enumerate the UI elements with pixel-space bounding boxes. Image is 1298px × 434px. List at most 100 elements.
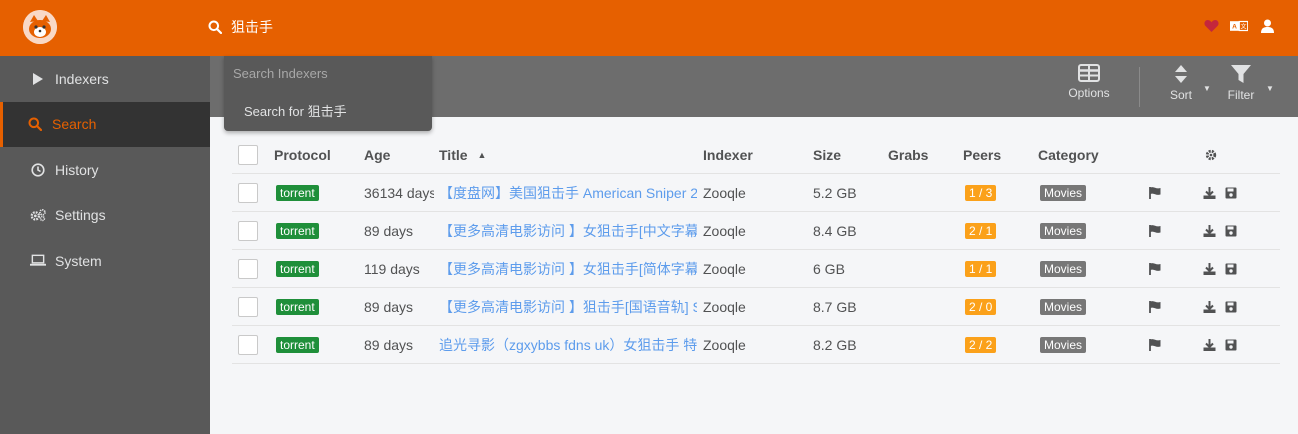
sidebar-item-settings[interactable]: Settings [0, 193, 210, 239]
protocol-badge: torrent [276, 299, 319, 315]
column-indexer[interactable]: Indexer [703, 136, 753, 174]
column-grabs[interactable]: Grabs [888, 136, 928, 174]
age-cell: 89 days [364, 299, 414, 315]
filter-button[interactable]: Filter [1211, 64, 1271, 102]
download-icon[interactable] [1203, 326, 1216, 364]
flag-icon[interactable] [1148, 212, 1162, 250]
options-label: Options [1068, 86, 1110, 100]
download-icon[interactable] [1203, 288, 1216, 326]
sidebar-item-label: Indexers [55, 70, 109, 87]
indexer-cell: Zooqle [703, 223, 746, 239]
release-title-link[interactable]: 追光寻影（zgxybbs fdns uk）女狙击手 特 [439, 335, 697, 355]
table-row[interactable]: torrent 119 days 【更多高清电影访问 】女狙击手[简体字幕 Zo… [232, 250, 1280, 288]
search-icon [27, 116, 43, 132]
indexer-cell: Zooqle [703, 185, 746, 201]
play-icon [30, 71, 46, 87]
flag-icon[interactable] [1148, 288, 1162, 326]
age-cell: 119 days [364, 261, 420, 277]
save-icon[interactable] [1225, 174, 1237, 212]
indexer-cell: Zooqle [703, 337, 746, 353]
column-peers[interactable]: Peers [963, 136, 1001, 174]
header-search[interactable]: 狙击手 [208, 15, 273, 39]
toolbar-separator [1139, 67, 1140, 107]
flag-icon[interactable] [1148, 326, 1162, 364]
sort-icon [1175, 65, 1187, 83]
protocol-badge: torrent [276, 185, 319, 201]
column-age[interactable]: Age [364, 136, 390, 174]
search-for-suggestion[interactable]: Search for 狙击手 [244, 101, 347, 120]
protocol-badge: torrent [276, 337, 319, 353]
search-icon [208, 20, 222, 34]
release-title-link[interactable]: 【更多高清电影访问 】狙击手[国语音轨] S [439, 297, 697, 317]
download-icon[interactable] [1203, 174, 1216, 212]
indexer-cell: Zooqle [703, 261, 746, 277]
save-icon[interactable] [1225, 326, 1237, 364]
filter-icon [1231, 65, 1251, 83]
prowlarr-logo[interactable] [23, 10, 57, 44]
peers-badge: 2 / 2 [965, 337, 997, 353]
row-checkbox[interactable] [238, 259, 258, 279]
download-icon[interactable] [1203, 212, 1216, 250]
column-title[interactable]: Title ▲ [439, 136, 486, 174]
flag-icon[interactable] [1148, 250, 1162, 288]
release-title-link[interactable]: 【度盘网】美国狙击手 American Sniper 2 [439, 183, 697, 203]
table-row[interactable]: torrent 89 days 追光寻影（zgxybbs fdns uk）女狙击… [232, 326, 1280, 364]
download-icon[interactable] [1203, 250, 1216, 288]
category-badge: Movies [1040, 223, 1087, 239]
table-icon [1078, 64, 1100, 82]
protocol-badge: torrent [276, 261, 319, 277]
heart-icon[interactable] [1202, 17, 1220, 35]
sidebar-item-system[interactable]: System [0, 238, 210, 284]
row-checkbox[interactable] [238, 221, 258, 241]
size-cell: 8.4 GB [813, 223, 857, 239]
search-indexers-placeholder: Search Indexers [233, 66, 328, 81]
page-header: 狙击手 A 文 [0, 0, 1298, 56]
user-icon[interactable] [1258, 17, 1276, 35]
peers-badge: 2 / 1 [965, 223, 997, 239]
sort-caret-icon[interactable]: ▼ [1203, 84, 1211, 93]
table-header: Protocol Age Title ▲ Indexer Size Grabs … [232, 136, 1280, 174]
indexer-cell: Zooqle [703, 299, 746, 315]
save-icon[interactable] [1225, 288, 1237, 326]
sidebar-item-search[interactable]: Search [0, 101, 210, 147]
peers-badge: 2 / 0 [965, 299, 997, 315]
sidebar-item-label: System [55, 252, 102, 269]
column-category[interactable]: Category [1038, 136, 1099, 174]
column-size[interactable]: Size [813, 136, 841, 174]
search-suggestions: Search Indexers Search for 狙击手 [224, 56, 432, 131]
flag-icon[interactable] [1148, 174, 1162, 212]
table-options-icon[interactable] [1205, 136, 1217, 174]
select-all-checkbox[interactable] [238, 145, 258, 165]
sidebar-item-history[interactable]: History [0, 147, 210, 193]
release-title-link[interactable]: 【更多高清电影访问 】女狙击手[中文字幕 [439, 221, 697, 241]
laptop-icon [30, 253, 46, 269]
sidebar-item-label: History [55, 161, 99, 178]
category-badge: Movies [1040, 299, 1087, 315]
filter-caret-icon[interactable]: ▼ [1266, 84, 1274, 93]
sort-button[interactable]: Sort [1151, 64, 1211, 102]
age-cell: 89 days [364, 337, 414, 353]
sidebar-item-indexers[interactable]: Indexers [0, 56, 210, 102]
table-row[interactable]: torrent 89 days 【更多高清电影访问 】女狙击手[中文字幕 Zoo… [232, 212, 1280, 250]
cogs-icon [30, 207, 46, 223]
column-protocol[interactable]: Protocol [274, 136, 331, 174]
table-row[interactable]: torrent 89 days 【更多高清电影访问 】狙击手[国语音轨] S Z… [232, 288, 1280, 326]
table-row[interactable]: torrent 36134 days 【度盘网】美国狙击手 American S… [232, 174, 1280, 212]
translate-icon[interactable]: A 文 [1230, 17, 1248, 35]
row-checkbox[interactable] [238, 335, 258, 355]
size-cell: 5.2 GB [813, 185, 857, 201]
sidebar-item-label: Search [52, 116, 97, 133]
options-button[interactable]: Options [1059, 64, 1119, 100]
save-icon[interactable] [1225, 250, 1237, 288]
row-checkbox[interactable] [238, 183, 258, 203]
category-badge: Movies [1040, 337, 1087, 353]
age-cell: 89 days [364, 223, 414, 239]
search-input[interactable]: 狙击手 [231, 17, 273, 37]
search-results-table: Protocol Age Title ▲ Indexer Size Grabs … [232, 136, 1280, 364]
release-title-link[interactable]: 【更多高清电影访问 】女狙击手[简体字幕 [439, 259, 697, 279]
size-cell: 8.2 GB [813, 337, 857, 353]
size-cell: 8.7 GB [813, 299, 857, 315]
svg-text:A: A [1232, 24, 1237, 31]
save-icon[interactable] [1225, 212, 1237, 250]
row-checkbox[interactable] [238, 297, 258, 317]
